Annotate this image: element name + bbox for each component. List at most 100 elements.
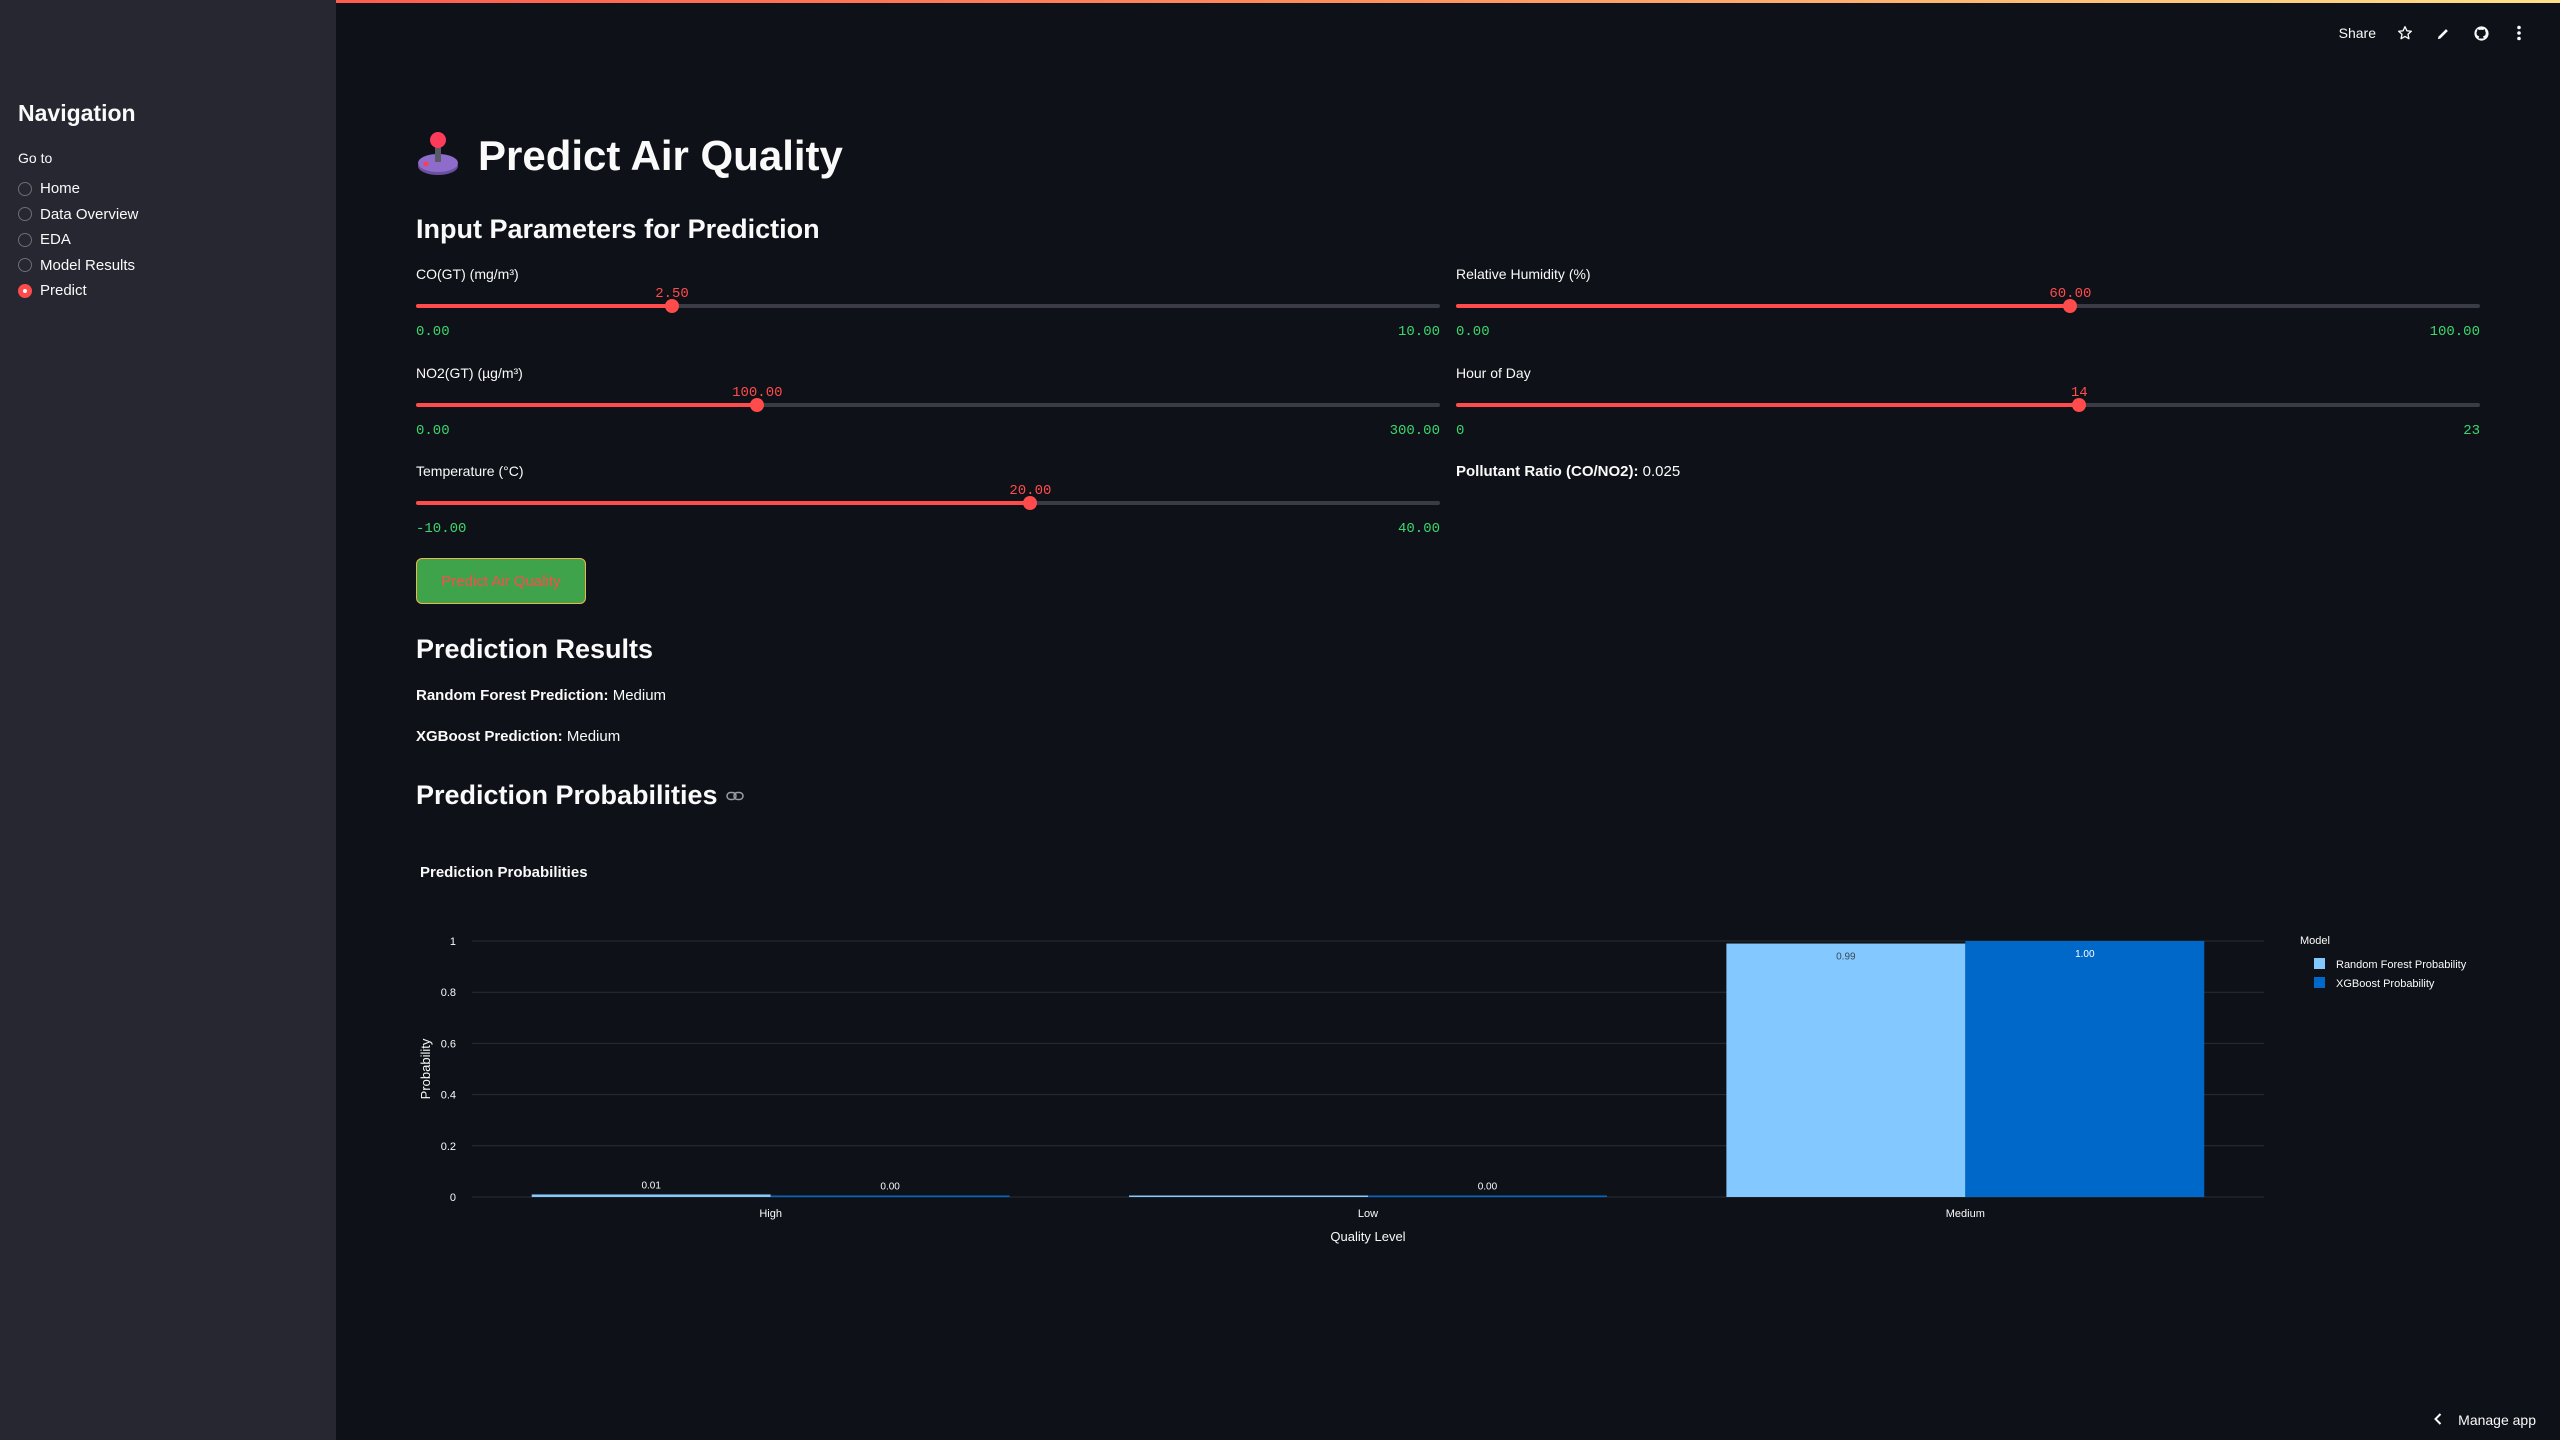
- legend-swatch: [2314, 958, 2325, 969]
- app-toolbar: Share: [2339, 24, 2528, 42]
- xgb-prediction-value: Medium: [566, 728, 621, 745]
- slider-fill: [1456, 403, 2080, 407]
- y-tick-label: 0.2: [441, 1141, 456, 1153]
- bar: [1368, 1195, 1607, 1197]
- legend-label: XGBoost Probability: [2336, 978, 2435, 990]
- pollutant-ratio-value: 0.025: [1642, 463, 1681, 480]
- bar: [1726, 943, 1966, 1197]
- bar-data-label: 0.01: [641, 1180, 661, 1191]
- slider-max: 10.00: [1397, 324, 1440, 340]
- x-tick-label: Low: [1358, 1208, 1378, 1220]
- pencil-icon[interactable]: [2434, 24, 2452, 42]
- nav-option-label: Model Results: [40, 256, 136, 274]
- page-title: Predict Air Quality: [478, 131, 843, 179]
- slider-min: 0.00: [416, 324, 450, 340]
- bar: [1129, 1195, 1368, 1197]
- radio-button[interactable]: [18, 181, 32, 196]
- nav-option-home[interactable]: Home: [18, 176, 138, 202]
- y-tick-label: 0.4: [441, 1090, 456, 1102]
- slider-track[interactable]: [1456, 398, 2480, 412]
- slider-fill: [416, 501, 1031, 505]
- x-tick-label: High: [759, 1208, 782, 1220]
- slider-value: 100.00: [732, 385, 783, 401]
- y-tick-label: 1: [450, 936, 456, 948]
- nav-option-label: EDA: [40, 231, 71, 249]
- sidebar: Navigation Go to Home Data Overview EDA …: [0, 0, 336, 1440]
- star-icon[interactable]: [2396, 24, 2414, 42]
- pollutant-ratio: Pollutant Ratio (CO/NO2): 0.025: [1456, 463, 1680, 480]
- manage-app-button[interactable]: Manage app: [2434, 1412, 2536, 1428]
- predict-button[interactable]: Predict Air Quality: [416, 558, 586, 604]
- chart-title: Prediction Probabilities: [420, 864, 588, 881]
- xgb-prediction: XGBoost Prediction: Medium: [416, 728, 620, 745]
- slider-label: Temperature (°C): [416, 463, 524, 479]
- nav-option-label: Data Overview: [40, 205, 139, 223]
- manage-app-label: Manage app: [2458, 1412, 2536, 1428]
- bar-data-label: 0.00: [880, 1182, 900, 1193]
- prediction-probabilities-heading: Prediction Probabilities: [416, 780, 744, 811]
- slider-fill: [1456, 304, 2071, 308]
- nav-option-label: Predict: [40, 282, 87, 300]
- sidebar-title: Navigation: [18, 100, 136, 126]
- slider-max: 100.00: [2429, 324, 2480, 340]
- slider-fill: [416, 403, 758, 407]
- slider-label: NO2(GT) (µg/m³): [416, 365, 523, 381]
- slider-track[interactable]: [416, 496, 1440, 510]
- rf-prediction: Random Forest Prediction: Medium: [416, 687, 666, 704]
- joystick-icon: [416, 130, 460, 181]
- slider-value: 14: [2070, 385, 2088, 401]
- y-axis-label: Probability: [418, 1038, 433, 1099]
- chart-svg: Prediction Probabilities 0 0.2 0.4 0.6 0.8 1 Pr…: [418, 864, 2467, 1244]
- xgb-prediction-label: XGBoost Prediction:: [416, 728, 563, 745]
- slider-label: Hour of Day: [1456, 365, 1531, 381]
- bar-data-label: 1.00: [2075, 949, 2095, 960]
- radio-button[interactable]: [18, 232, 32, 247]
- legend-swatch: [2314, 977, 2325, 988]
- link-icon[interactable]: [725, 791, 744, 801]
- radio-button[interactable]: [18, 207, 32, 222]
- slider-min: 0.00: [1456, 324, 1490, 340]
- slider-max: 40.00: [1397, 521, 1440, 537]
- input-params-heading: Input Parameters for Prediction: [416, 214, 820, 244]
- nav-option-eda[interactable]: EDA: [18, 227, 138, 253]
- slider-label: CO(GT) (mg/m³): [416, 266, 519, 282]
- nav-option-predict[interactable]: Predict: [18, 278, 138, 304]
- slider-track[interactable]: [1456, 299, 2480, 313]
- x-tick-label: Medium: [1946, 1208, 1985, 1220]
- prediction-results-heading: Prediction Results: [416, 634, 654, 664]
- nav-option-data-overview[interactable]: Data Overview: [18, 202, 138, 228]
- page-header: Predict Air Quality: [416, 130, 843, 181]
- rf-prediction-label: Random Forest Prediction:: [416, 687, 609, 704]
- y-tick-label: 0.6: [441, 1038, 456, 1050]
- chevron-left-icon: [2434, 1412, 2442, 1428]
- slider-value: 2.50: [655, 286, 689, 302]
- slider-track[interactable]: [416, 299, 1440, 313]
- share-button[interactable]: Share: [2339, 25, 2376, 41]
- more-vert-icon[interactable]: [2510, 24, 2528, 42]
- bar-data-label: 0.00: [1478, 1182, 1498, 1193]
- github-icon[interactable]: [2472, 24, 2490, 42]
- slider-value: 20.00: [1009, 483, 1052, 499]
- bar: [770, 1195, 1010, 1197]
- slider-min: 0.00: [416, 423, 450, 439]
- slider-label: Relative Humidity (%): [1456, 266, 1591, 282]
- nav-option-model-results[interactable]: Model Results: [18, 253, 138, 279]
- bar-data-label: 0.99: [1836, 952, 1856, 963]
- prob-heading-text: Prediction Probabilities: [416, 780, 718, 810]
- slider-track[interactable]: [416, 398, 1440, 412]
- radio-button[interactable]: [18, 258, 32, 273]
- slider-value: 60.00: [2049, 286, 2092, 302]
- y-tick-label: 0: [450, 1192, 456, 1204]
- slider-max: 300.00: [1389, 423, 1440, 439]
- x-axis-label: Quality Level: [1330, 1229, 1405, 1244]
- radio-group-label: Go to: [18, 150, 53, 166]
- slider-min: -10.00: [416, 521, 467, 537]
- radio-button-selected[interactable]: [18, 283, 32, 298]
- bar: [531, 1194, 771, 1197]
- pollutant-ratio-label: Pollutant Ratio (CO/NO2):: [1456, 463, 1639, 480]
- slider-fill: [416, 304, 672, 308]
- slider-min: 0: [1456, 423, 1465, 439]
- bar: [1965, 941, 2205, 1197]
- top-accent-bar: [0, 0, 2560, 3]
- nav-option-label: Home: [40, 180, 81, 198]
